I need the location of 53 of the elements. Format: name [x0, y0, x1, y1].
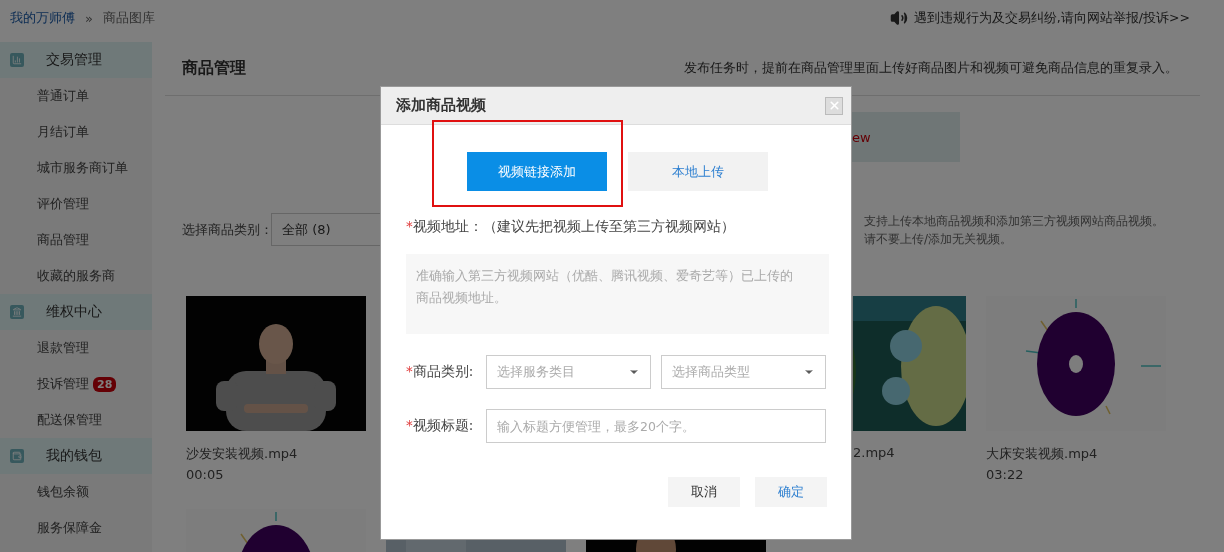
video-duration: 00:05 [186, 467, 225, 482]
tab-strip[interactable]: ew [852, 112, 960, 162]
required-mark: * [406, 218, 413, 234]
tab-label[interactable]: ew [852, 129, 871, 145]
sidebar-item[interactable]: 服务保障金 [0, 510, 152, 546]
sidebar-item[interactable]: 配送保管理 [0, 402, 152, 438]
breadcrumb-current: 商品图库 [102, 9, 155, 27]
required-mark: * [406, 363, 413, 379]
title-field[interactable]: 输入标题方便管理，最多20个字。 [486, 409, 826, 443]
video-name: 沙发安装视频.mp4 [186, 446, 298, 461]
sidebar-item[interactable]: 月结订单 [0, 114, 152, 150]
cancel-button[interactable]: 取消 [668, 477, 740, 507]
group-title: 我的钱包 [46, 447, 102, 465]
speaker-icon [889, 9, 908, 27]
field-label: 视频标题: [412, 417, 474, 433]
sidebar-item[interactable]: 收藏的服务商 [0, 258, 152, 294]
video-name: 大床安装视频.mp4 [986, 446, 1098, 461]
sidebar-item[interactable]: 商品管理 [0, 222, 152, 258]
page-title: 商品管理 [182, 58, 246, 79]
sidebar-item[interactable]: 退款管理 [0, 330, 152, 366]
group-title: 交易管理 [46, 51, 102, 69]
tab[interactable]: 视频链接添加 [467, 152, 607, 191]
dropdown[interactable]: 选择商品类型 [661, 355, 826, 389]
filter-label: 选择商品类别： [182, 220, 271, 239]
breadcrumb-separator: » [85, 10, 93, 26]
sidebar-group-header[interactable]: 我的钱包 [0, 438, 152, 474]
sidebar-item[interactable]: 城市服务商订单 [0, 150, 152, 186]
tab[interactable]: 本地上传 [628, 152, 768, 191]
url-field[interactable]: 准确输入第三方视频网站（优酷、腾讯视频、爱奇艺等）已上传的商品视频地址。 [406, 254, 829, 334]
group-icon [10, 449, 24, 463]
notice-link[interactable]: 遇到违规行为及交易纠纷,请向网站举报/投诉>> [913, 9, 1190, 27]
group-title: 维权中心 [46, 303, 102, 321]
sidebar-item[interactable]: 普通订单 [0, 78, 152, 114]
count-badge: 28 [93, 376, 117, 392]
group-icon [10, 53, 24, 67]
required-mark: * [406, 417, 413, 433]
video-name: 2.mp4 [853, 445, 895, 460]
confirm-button[interactable]: 确定 [755, 477, 827, 507]
dialog-title: 添加商品视频 [396, 96, 486, 115]
upload-hint: 支持上传本地商品视频和添加第三方视频网站商品视频。 请不要上传/添加无关视频。 [864, 212, 1165, 248]
close-button[interactable] [825, 96, 843, 115]
breadcrumb-link[interactable]: 我的万师傅 [10, 9, 75, 27]
group-icon [10, 305, 24, 319]
page-description: 发布任务时，提前在商品管理里面上传好商品图片和视频可避免商品信息的重复录入。 [684, 60, 1178, 77]
video-duration: 03:22 [986, 467, 1025, 482]
close-icon [827, 99, 841, 112]
sidebar-item[interactable]: 投诉管理 [37, 375, 89, 393]
field-label: 商品类别: [412, 363, 474, 379]
dropdown[interactable]: 选择服务类目 [486, 355, 651, 389]
sidebar-item[interactable]: 评价管理 [0, 186, 152, 222]
sidebar-item[interactable]: 钱包余额 [0, 474, 152, 510]
sidebar-group-header[interactable]: 维权中心 [0, 294, 152, 330]
sidebar-group-header[interactable]: 交易管理 [0, 42, 152, 78]
